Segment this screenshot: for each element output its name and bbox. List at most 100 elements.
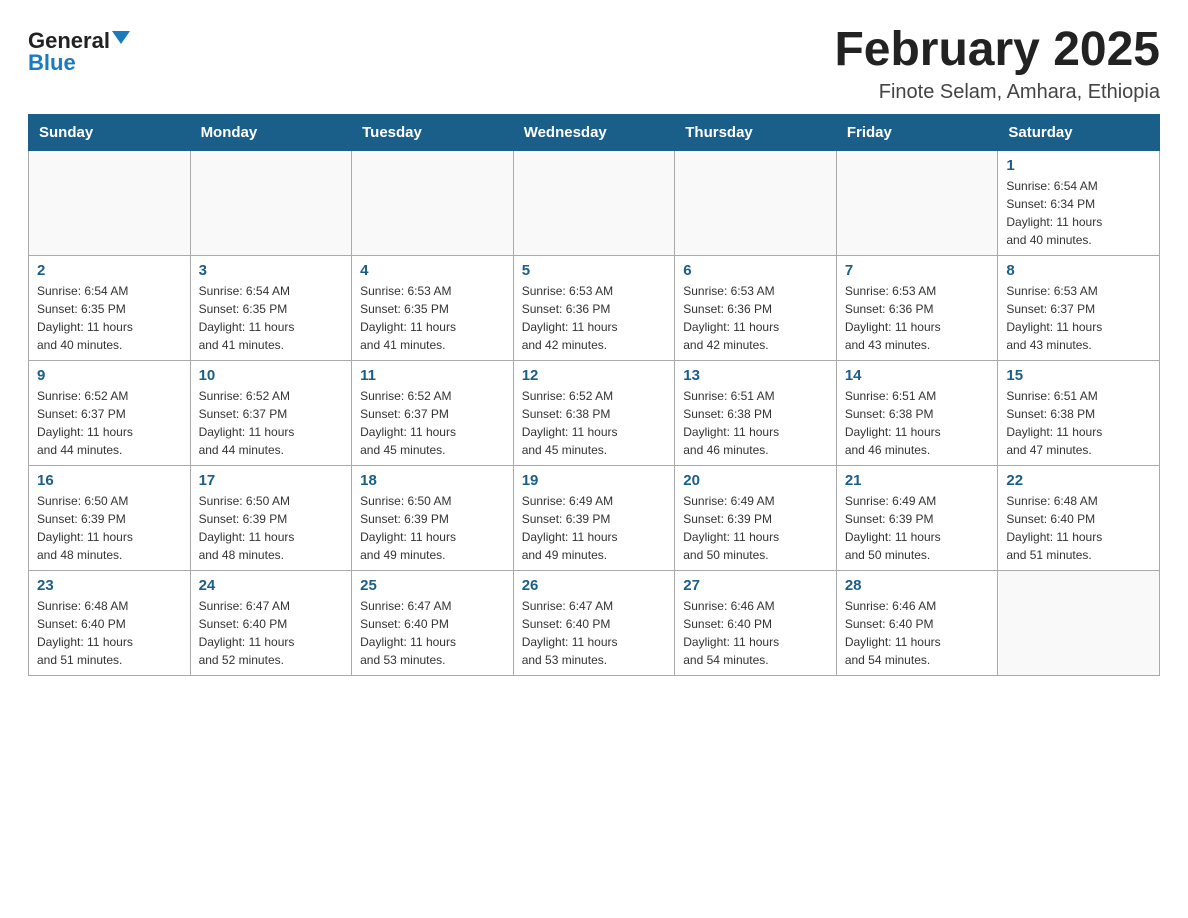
day-number: 8 [1006, 262, 1151, 279]
col-thursday: Thursday [675, 114, 837, 150]
logo: General Blue [28, 28, 130, 76]
day-info: Sunrise: 6:53 AM Sunset: 6:36 PM Dayligh… [683, 282, 828, 354]
col-monday: Monday [190, 114, 352, 150]
day-number: 12 [522, 367, 667, 384]
day-number: 16 [37, 472, 182, 489]
day-info: Sunrise: 6:53 AM Sunset: 6:36 PM Dayligh… [522, 282, 667, 354]
day-info: Sunrise: 6:54 AM Sunset: 6:35 PM Dayligh… [37, 282, 182, 354]
col-wednesday: Wednesday [513, 114, 675, 150]
calendar-cell: 10Sunrise: 6:52 AM Sunset: 6:37 PM Dayli… [190, 360, 352, 465]
logo-arrow-icon [112, 31, 130, 44]
day-number: 2 [37, 262, 182, 279]
day-number: 7 [845, 262, 990, 279]
day-info: Sunrise: 6:46 AM Sunset: 6:40 PM Dayligh… [683, 597, 828, 669]
day-info: Sunrise: 6:47 AM Sunset: 6:40 PM Dayligh… [199, 597, 344, 669]
col-friday: Friday [836, 114, 998, 150]
calendar-week-row: 2 Sunrise: 6:54 AM Sunset: 6:35 PM Daylig… [29, 255, 1160, 360]
day-info: Sunrise: 6:54 AM Sunset: 6:35 PM Dayligh… [199, 282, 344, 354]
day-info: Sunrise: 6:49 AM Sunset: 6:39 PM Dayligh… [522, 492, 667, 564]
col-sunday: Sunday [29, 114, 191, 150]
day-info: Sunrise: 6:51 AM Sunset: 6:38 PM Dayligh… [845, 387, 990, 459]
calendar-subtitle: Finote Selam, Amhara, Ethiopia [834, 81, 1160, 104]
day-info: Sunrise: 6:51 AM Sunset: 6:38 PM Dayligh… [683, 387, 828, 459]
day-number: 19 [522, 472, 667, 489]
calendar-week-row: 9 Sunrise: 6:52 AM Sunset: 6:37 PM Daylig… [29, 360, 1160, 465]
col-tuesday: Tuesday [352, 114, 514, 150]
calendar-cell: 3Sunrise: 6:54 AM Sunset: 6:35 PM Daylig… [190, 255, 352, 360]
calendar-cell: 20Sunrise: 6:49 AM Sunset: 6:39 PM Dayli… [675, 465, 837, 570]
calendar-cell: 1 Sunrise: 6:54 AM Sunset: 6:34 PM Daylig… [998, 150, 1160, 255]
day-number: 4 [360, 262, 505, 279]
calendar-cell: 8 Sunrise: 6:53 AM Sunset: 6:37 PM Daylig… [998, 255, 1160, 360]
calendar-cell [190, 150, 352, 255]
day-info: Sunrise: 6:50 AM Sunset: 6:39 PM Dayligh… [37, 492, 182, 564]
day-info: Sunrise: 6:49 AM Sunset: 6:39 PM Dayligh… [683, 492, 828, 564]
calendar-cell: 22 Sunrise: 6:48 AM Sunset: 6:40 PM Dayli… [998, 465, 1160, 570]
day-number: 25 [360, 577, 505, 594]
day-info: Sunrise: 6:52 AM Sunset: 6:37 PM Dayligh… [37, 387, 182, 459]
calendar-cell: 15Sunrise: 6:51 AM Sunset: 6:38 PM Dayli… [998, 360, 1160, 465]
calendar-cell [352, 150, 514, 255]
day-info: Sunrise: 6:52 AM Sunset: 6:38 PM Dayligh… [522, 387, 667, 459]
calendar-cell: 28Sunrise: 6:46 AM Sunset: 6:40 PM Dayli… [836, 570, 998, 675]
day-info: Sunrise: 6:50 AM Sunset: 6:39 PM Dayligh… [199, 492, 344, 564]
calendar-cell: 9 Sunrise: 6:52 AM Sunset: 6:37 PM Daylig… [29, 360, 191, 465]
day-info: Sunrise: 6:52 AM Sunset: 6:37 PM Dayligh… [199, 387, 344, 459]
title-block: February 2025 Finote Selam, Amhara, Ethi… [834, 24, 1160, 104]
calendar-cell: 18 Sunrise: 6:50 AM Sunset: 6:39 PM Dayli… [352, 465, 514, 570]
day-number: 18 [360, 472, 505, 489]
calendar-week-row: 1 Sunrise: 6:54 AM Sunset: 6:34 PM Daylig… [29, 150, 1160, 255]
day-number: 21 [845, 472, 990, 489]
day-number: 1 [1006, 157, 1151, 174]
day-info: Sunrise: 6:53 AM Sunset: 6:35 PM Dayligh… [360, 282, 505, 354]
day-info: Sunrise: 6:48 AM Sunset: 6:40 PM Dayligh… [1006, 492, 1151, 564]
day-info: Sunrise: 6:50 AM Sunset: 6:39 PM Dayligh… [360, 492, 505, 564]
day-info: Sunrise: 6:47 AM Sunset: 6:40 PM Dayligh… [522, 597, 667, 669]
day-info: Sunrise: 6:47 AM Sunset: 6:40 PM Dayligh… [360, 597, 505, 669]
calendar-cell: 2 Sunrise: 6:54 AM Sunset: 6:35 PM Daylig… [29, 255, 191, 360]
day-number: 22 [1006, 472, 1151, 489]
day-number: 17 [199, 472, 344, 489]
day-info: Sunrise: 6:51 AM Sunset: 6:38 PM Dayligh… [1006, 387, 1151, 459]
day-number: 27 [683, 577, 828, 594]
calendar-cell: 7 Sunrise: 6:53 AM Sunset: 6:36 PM Daylig… [836, 255, 998, 360]
calendar-week-row: 16 Sunrise: 6:50 AM Sunset: 6:39 PM Dayli… [29, 465, 1160, 570]
day-number: 23 [37, 577, 182, 594]
calendar-cell [29, 150, 191, 255]
calendar-cell: 21 Sunrise: 6:49 AM Sunset: 6:39 PM Dayli… [836, 465, 998, 570]
calendar-cell [675, 150, 837, 255]
day-info: Sunrise: 6:54 AM Sunset: 6:34 PM Dayligh… [1006, 177, 1151, 249]
calendar-cell: 4 Sunrise: 6:53 AM Sunset: 6:35 PM Daylig… [352, 255, 514, 360]
calendar-cell: 25 Sunrise: 6:47 AM Sunset: 6:40 PM Dayli… [352, 570, 514, 675]
header: General Blue February 2025 Finote Selam,… [28, 24, 1160, 104]
calendar-title: February 2025 [834, 24, 1160, 77]
calendar-cell: 23 Sunrise: 6:48 AM Sunset: 6:40 PM Dayli… [29, 570, 191, 675]
day-info: Sunrise: 6:49 AM Sunset: 6:39 PM Dayligh… [845, 492, 990, 564]
calendar-cell: 24 Sunrise: 6:47 AM Sunset: 6:40 PM Dayli… [190, 570, 352, 675]
calendar-cell [836, 150, 998, 255]
day-number: 9 [37, 367, 182, 384]
calendar-cell: 19 Sunrise: 6:49 AM Sunset: 6:39 PM Dayli… [513, 465, 675, 570]
day-number: 5 [522, 262, 667, 279]
calendar-cell: 16 Sunrise: 6:50 AM Sunset: 6:39 PM Dayli… [29, 465, 191, 570]
calendar-cell: 5 Sunrise: 6:53 AM Sunset: 6:36 PM Daylig… [513, 255, 675, 360]
calendar-cell [513, 150, 675, 255]
calendar-cell: 12 Sunrise: 6:52 AM Sunset: 6:38 PM Dayli… [513, 360, 675, 465]
day-info: Sunrise: 6:53 AM Sunset: 6:36 PM Dayligh… [845, 282, 990, 354]
day-info: Sunrise: 6:52 AM Sunset: 6:37 PM Dayligh… [360, 387, 505, 459]
day-number: 13 [683, 367, 828, 384]
day-info: Sunrise: 6:53 AM Sunset: 6:37 PM Dayligh… [1006, 282, 1151, 354]
calendar-cell: 26Sunrise: 6:47 AM Sunset: 6:40 PM Dayli… [513, 570, 675, 675]
day-number: 6 [683, 262, 828, 279]
col-saturday: Saturday [998, 114, 1160, 150]
day-info: Sunrise: 6:48 AM Sunset: 6:40 PM Dayligh… [37, 597, 182, 669]
logo-blue-text: Blue [28, 50, 76, 76]
day-number: 24 [199, 577, 344, 594]
calendar-cell: 14 Sunrise: 6:51 AM Sunset: 6:38 PM Dayli… [836, 360, 998, 465]
calendar-cell: 11Sunrise: 6:52 AM Sunset: 6:37 PM Dayli… [352, 360, 514, 465]
calendar-cell: 6 Sunrise: 6:53 AM Sunset: 6:36 PM Daylig… [675, 255, 837, 360]
day-number: 14 [845, 367, 990, 384]
calendar-cell: 17 Sunrise: 6:50 AM Sunset: 6:39 PM Dayli… [190, 465, 352, 570]
calendar-cell [998, 570, 1160, 675]
calendar-header-row: Sunday Monday Tuesday Wednesday Thursday… [29, 114, 1160, 150]
